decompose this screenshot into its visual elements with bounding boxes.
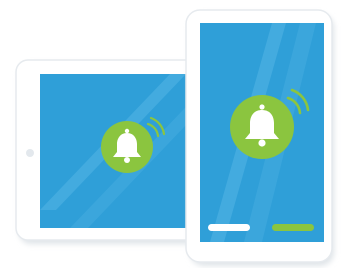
illustration-canvas	[15, 9, 334, 266]
phone-left-bar	[208, 224, 250, 231]
device-notification-illustration	[0, 0, 342, 268]
phone-right-bar	[272, 224, 314, 231]
phone-device	[185, 9, 334, 266]
tablet-home-button	[26, 149, 34, 157]
